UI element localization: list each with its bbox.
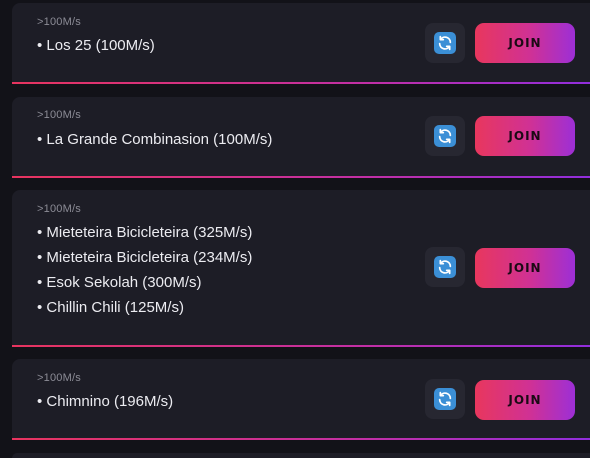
- tier-label: >100M/s: [37, 372, 81, 384]
- server-card: >100M/s • Chimnino (196M/s) JOIN: [12, 359, 590, 440]
- refresh-icon: [434, 125, 456, 147]
- join-button[interactable]: JOIN: [475, 380, 575, 420]
- card-divider: [12, 176, 590, 178]
- list-item: • Chimnino (196M/s): [37, 393, 174, 410]
- list-item: • Esok Sekolah (300M/s): [37, 274, 202, 291]
- refresh-button[interactable]: [425, 116, 465, 156]
- card-divider: [12, 438, 590, 440]
- list-item: • La Grande Combinasion (100M/s): [37, 131, 273, 148]
- refresh-button[interactable]: [425, 379, 465, 419]
- brainrot-list: • Chimnino (196M/s): [37, 389, 173, 414]
- join-button[interactable]: JOIN: [475, 116, 575, 156]
- tier-label: >100M/s: [37, 16, 81, 28]
- refresh-button[interactable]: [425, 247, 465, 287]
- list-item: • Chillin Chili (125M/s): [37, 299, 184, 316]
- refresh-button[interactable]: [425, 23, 465, 63]
- brainrot-list: • La Grande Combinasion (100M/s): [37, 127, 272, 152]
- server-card: >100M/s • Mieteteira Bicicleteira (325M/…: [12, 190, 590, 347]
- server-list: >100M/s • Los 25 (100M/s) JOIN >100M/s •…: [0, 0, 590, 458]
- server-card: >100M/s • La Grande Combinasion (100M/s)…: [12, 97, 590, 178]
- card-divider: [12, 82, 590, 84]
- tier-label: >100M/s: [37, 203, 81, 215]
- refresh-icon: [434, 388, 456, 410]
- tier-label: >100M/s: [37, 109, 81, 121]
- refresh-icon: [434, 32, 456, 54]
- server-card-partial: [12, 453, 590, 458]
- refresh-icon: [434, 256, 456, 278]
- list-item: • Mieteteira Bicicleteira (234M/s): [37, 249, 253, 266]
- join-button[interactable]: JOIN: [475, 23, 575, 63]
- list-item: • Mieteteira Bicicleteira (325M/s): [37, 224, 253, 241]
- brainrot-list: • Los 25 (100M/s): [37, 33, 155, 58]
- brainrot-list: • Mieteteira Bicicleteira (325M/s) • Mie…: [37, 220, 252, 320]
- server-card: >100M/s • Los 25 (100M/s) JOIN: [12, 3, 590, 84]
- card-divider: [12, 345, 590, 347]
- join-button[interactable]: JOIN: [475, 248, 575, 288]
- list-item: • Los 25 (100M/s): [37, 37, 155, 54]
